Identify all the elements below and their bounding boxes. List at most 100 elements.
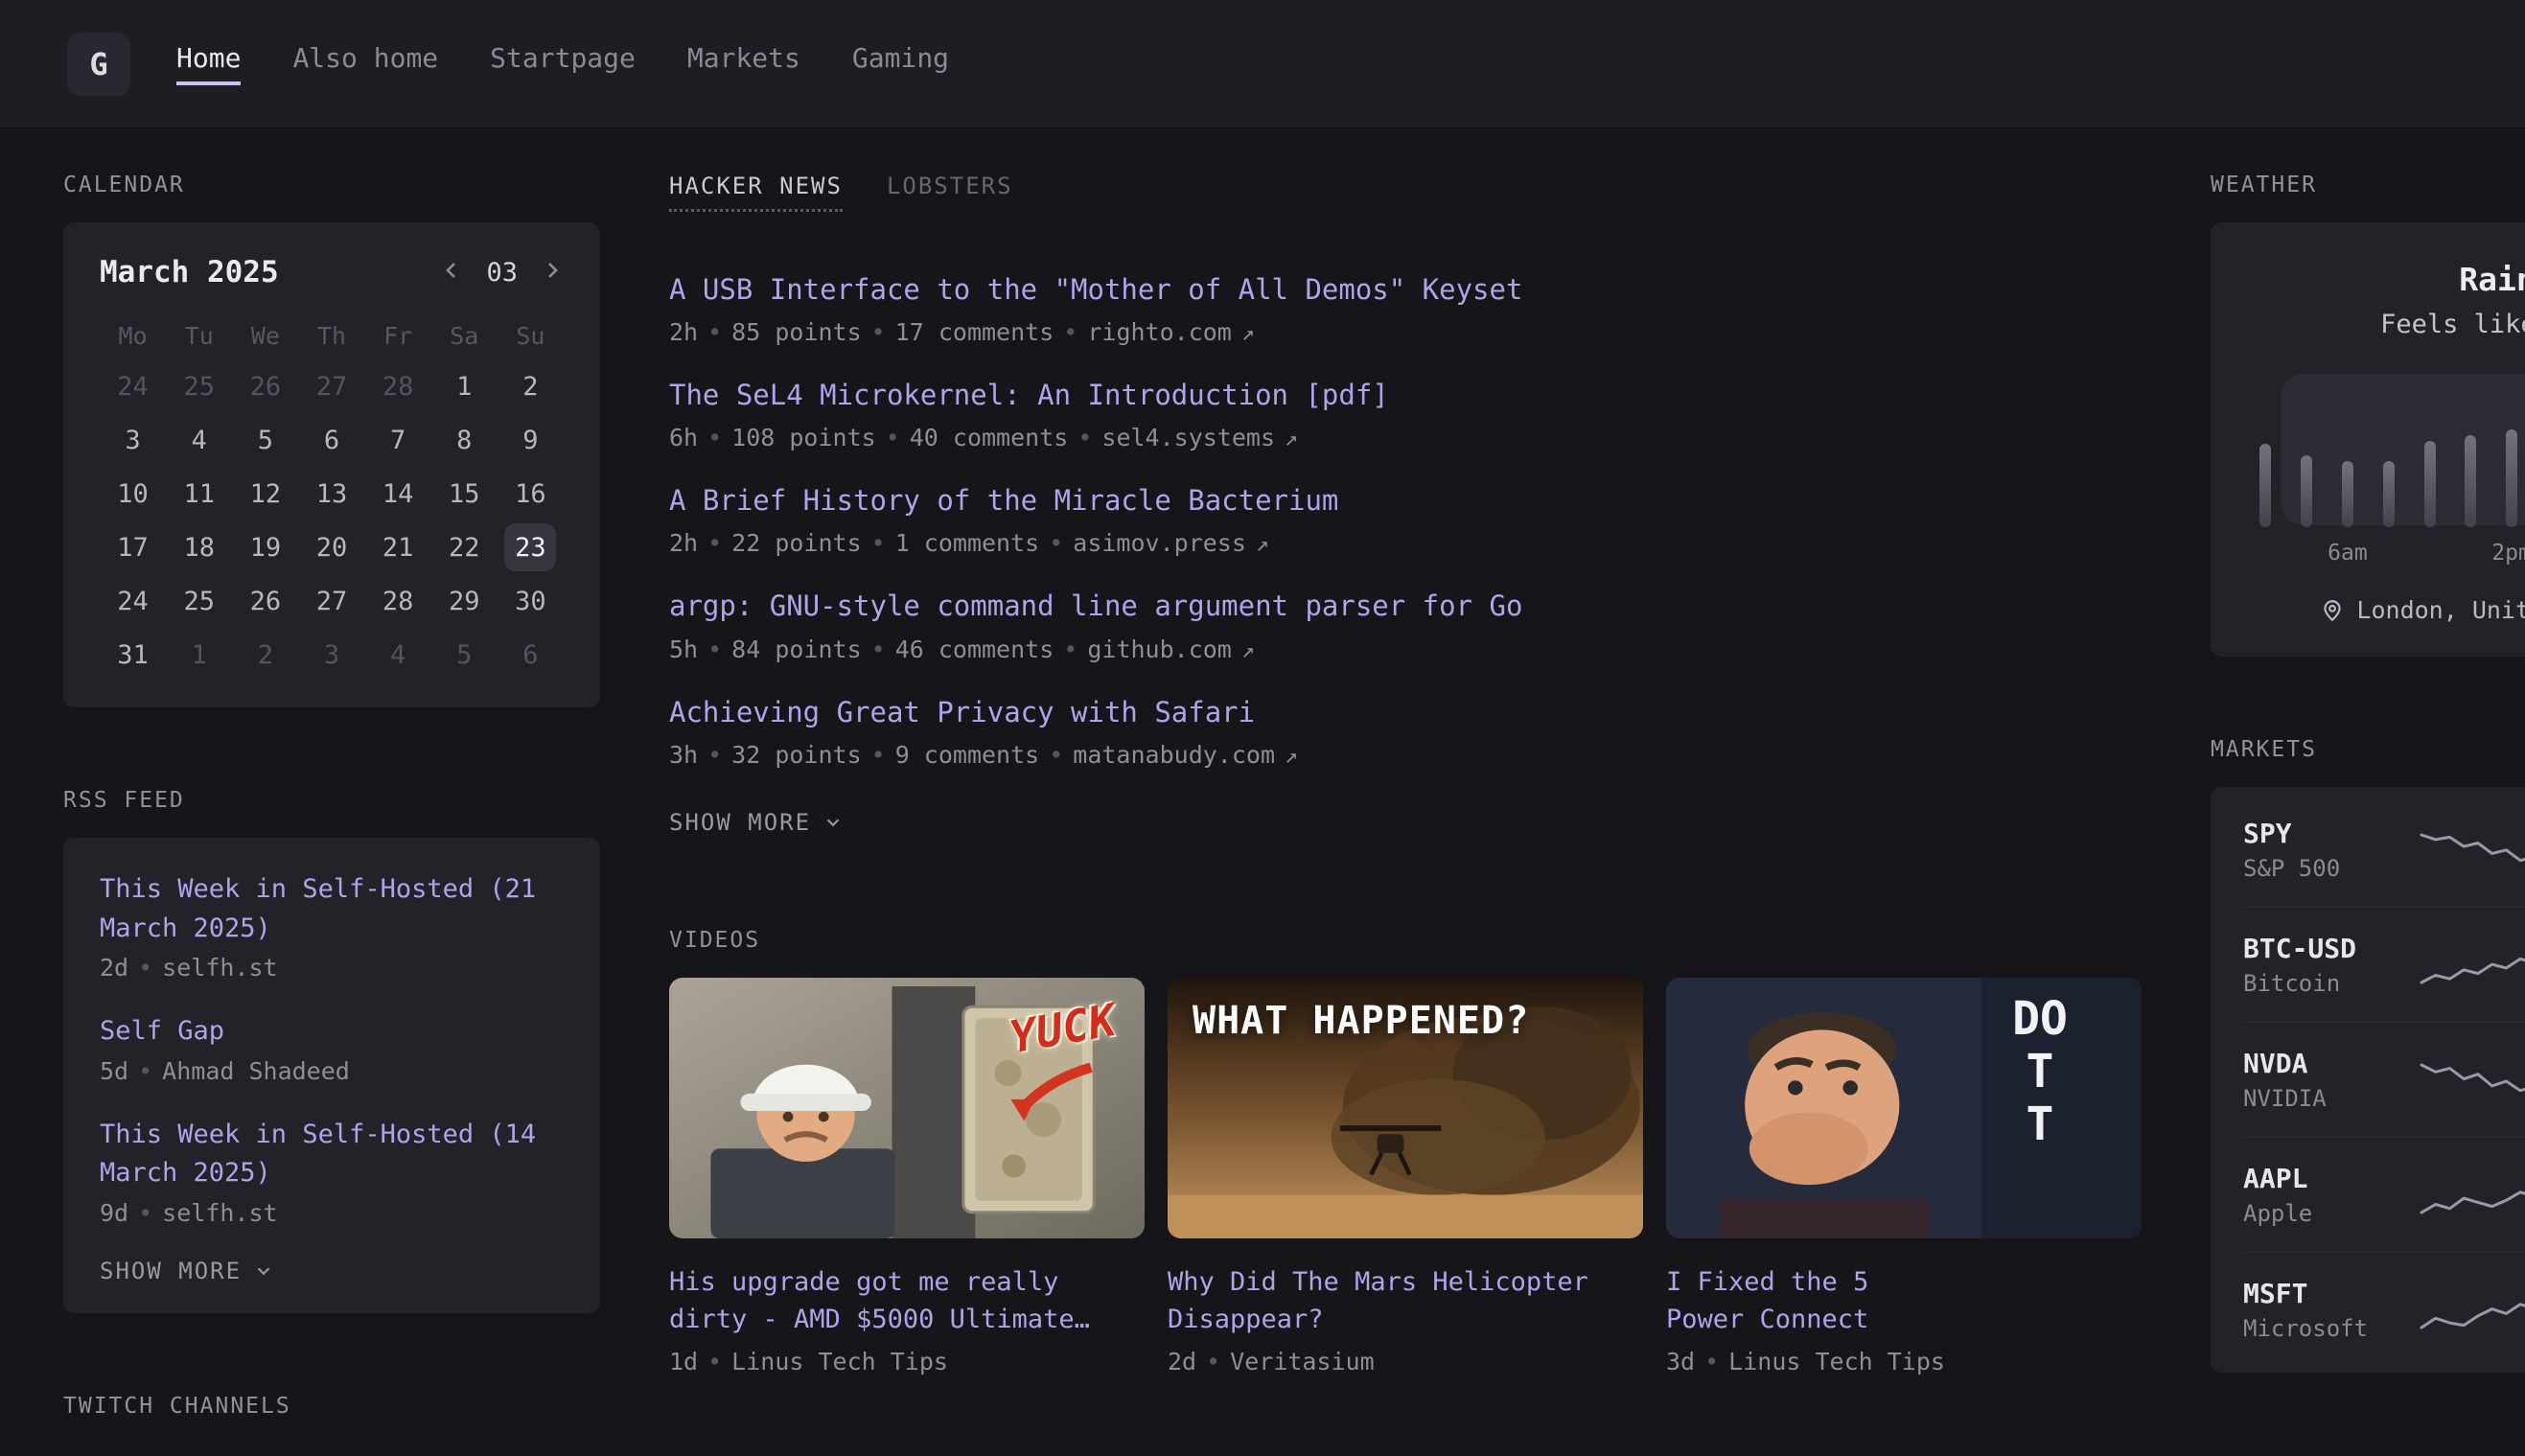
rss-item-link[interactable]: This Week in Self-Hosted (21 March 2025) [100,870,564,948]
rss-show-more-button[interactable]: SHOW MORE [100,1258,564,1284]
news-item-age: 2h [669,318,698,346]
market-row[interactable]: MSFTMicrosoft+1.14%$391.26 [2243,1252,2525,1367]
news-source-link[interactable]: asimov.press [1073,529,1246,557]
calendar-day[interactable]: 4 [365,631,431,679]
calendar-day[interactable]: 31 [100,631,166,679]
calendar-day[interactable]: 27 [298,362,364,410]
nav-tab-markets[interactable]: Markets [687,42,800,85]
news-item-age: 6h [669,424,698,451]
calendar-day[interactable]: 8 [431,416,498,464]
news-source-link[interactable]: github.com [1087,636,1232,663]
calendar-day[interactable]: 23 [498,523,564,571]
nav-tab-gaming[interactable]: Gaming [852,42,949,85]
calendar-day[interactable]: 28 [365,362,431,410]
calendar-day[interactable]: 6 [298,416,364,464]
market-row[interactable]: SPYS&P 500-0.27%$563.98 [2243,793,2525,907]
market-row[interactable]: BTC-USDBitcoin+1.39%$84,999.29 [2243,907,2525,1022]
news-item-age: 5h [669,636,698,663]
calendar-day[interactable]: 1 [166,631,232,679]
news-source-link[interactable]: righto.com [1087,318,1232,346]
calendar-day[interactable]: 15 [431,470,498,518]
news-tab-hacker-news[interactable]: HACKER NEWS [669,173,843,212]
news-title-link[interactable]: A Brief History of the Miracle Bacterium [669,482,2142,520]
video-title-link[interactable]: I Fixed the 5Power Connect [1666,1263,2142,1338]
calendar-day[interactable]: 6 [498,631,564,679]
weather-time-label [2368,527,2409,566]
calendar-day[interactable]: 28 [365,577,431,625]
calendar-day[interactable]: 5 [431,631,498,679]
news-item-comments: 46 comments [895,636,1054,663]
news-item-points: 108 points [731,424,876,451]
calendar-prev-icon[interactable] [440,259,463,286]
rss-widget: RSS FEED This Week in Self-Hosted (21 Ma… [63,788,600,1313]
calendar-day[interactable]: 20 [298,523,364,571]
weather-bar-column [2409,383,2450,566]
news-title-link[interactable]: Achieving Great Privacy with Safari [669,694,2142,731]
market-row[interactable]: NVDANVIDIA-0.70%$117.70 [2243,1022,2525,1137]
calendar-day[interactable]: 11 [166,470,232,518]
video-meta: 3d•Linus Tech Tips [1666,1348,2142,1375]
external-link-icon: ↗ [1285,427,1298,451]
calendar-day[interactable]: 10 [100,470,166,518]
news-tab-lobsters[interactable]: LOBSTERS [887,173,1013,212]
calendar-day[interactable]: 18 [166,523,232,571]
calendar-day[interactable]: 7 [365,416,431,464]
calendar-day[interactable]: 13 [298,470,364,518]
news-item-meta: 5h•84 points•46 comments•github.com↗ [669,636,2142,663]
dashboard: CALENDAR March 2025 03 MoTuWeThFrSaSu242… [0,128,2525,1456]
top-nav: G Home Also home Startpage Markets Gaming [0,0,2525,128]
calendar-day[interactable]: 25 [166,577,232,625]
news-item-meta: 3h•32 points•9 comments•matanabudy.com↗ [669,741,2142,769]
rss-item: This Week in Self-Hosted (21 March 2025)… [100,870,564,982]
nav-tab-home[interactable]: Home [176,42,241,85]
nav-tab-also-home[interactable]: Also home [292,42,438,85]
weather-bar [2465,435,2476,527]
calendar-day[interactable]: 26 [232,362,298,410]
calendar-day[interactable]: 26 [232,577,298,625]
calendar-day[interactable]: 16 [498,470,564,518]
video-title-link[interactable]: Why Did The Mars HelicopterDisappear? [1168,1263,1643,1338]
calendar-day[interactable]: 17 [100,523,166,571]
calendar-day[interactable]: 27 [298,577,364,625]
app-logo[interactable]: G [67,33,130,96]
market-row[interactable]: AAPLApple+1.95%$218.27 [2243,1137,2525,1252]
calendar-weekday: Mo [100,314,166,357]
calendar-day[interactable]: 2 [232,631,298,679]
news-title-link[interactable]: A USB Interface to the "Mother of All De… [669,271,2142,309]
rss-item-link[interactable]: This Week in Self-Hosted (14 March 2025) [100,1116,564,1193]
calendar-day[interactable]: 2 [498,362,564,410]
calendar-day[interactable]: 19 [232,523,298,571]
rss-item-link[interactable]: Self Gap [100,1012,564,1052]
calendar-day[interactable]: 30 [498,577,564,625]
video-thumbnail[interactable]: YUCK [669,978,1145,1238]
calendar-day[interactable]: 12 [232,470,298,518]
calendar-day[interactable]: 24 [100,362,166,410]
news-item: A Brief History of the Miracle Bacterium… [669,482,2142,557]
calendar-day[interactable]: 3 [100,416,166,464]
calendar-day[interactable]: 29 [431,577,498,625]
video-thumbnail[interactable]: WHAT HAPPENED? [1168,978,1643,1238]
calendar-day[interactable]: 9 [498,416,564,464]
calendar-next-icon[interactable] [541,259,564,286]
calendar-day[interactable]: 5 [232,416,298,464]
news-title-link[interactable]: argp: GNU-style command line argument pa… [669,588,2142,625]
calendar-day[interactable]: 4 [166,416,232,464]
calendar-month-indicator: 03 [486,258,518,288]
news-source-link[interactable]: sel4.systems [1101,424,1275,451]
nav-tab-startpage[interactable]: Startpage [490,42,636,85]
video-thumbnail[interactable]: DO T T [1666,978,2142,1238]
calendar-day[interactable]: 14 [365,470,431,518]
calendar-day[interactable]: 3 [298,631,364,679]
calendar-day[interactable]: 25 [166,362,232,410]
calendar-day[interactable]: 24 [100,577,166,625]
news-item-points: 84 points [731,636,861,663]
calendar-day[interactable]: 21 [365,523,431,571]
rss-list: This Week in Self-Hosted (21 March 2025)… [100,870,564,1227]
news-source-link[interactable]: matanabudy.com [1073,741,1275,769]
calendar-day[interactable]: 22 [431,523,498,571]
calendar-day[interactable]: 1 [431,362,498,410]
news-title-link[interactable]: The SeL4 Microkernel: An Introduction [p… [669,377,2142,414]
rss-item-source: selfh.st [162,954,277,982]
video-title-link[interactable]: His upgrade got me reallydirty - AMD $50… [669,1263,1145,1338]
news-show-more-button[interactable]: SHOW MORE [669,809,2142,836]
